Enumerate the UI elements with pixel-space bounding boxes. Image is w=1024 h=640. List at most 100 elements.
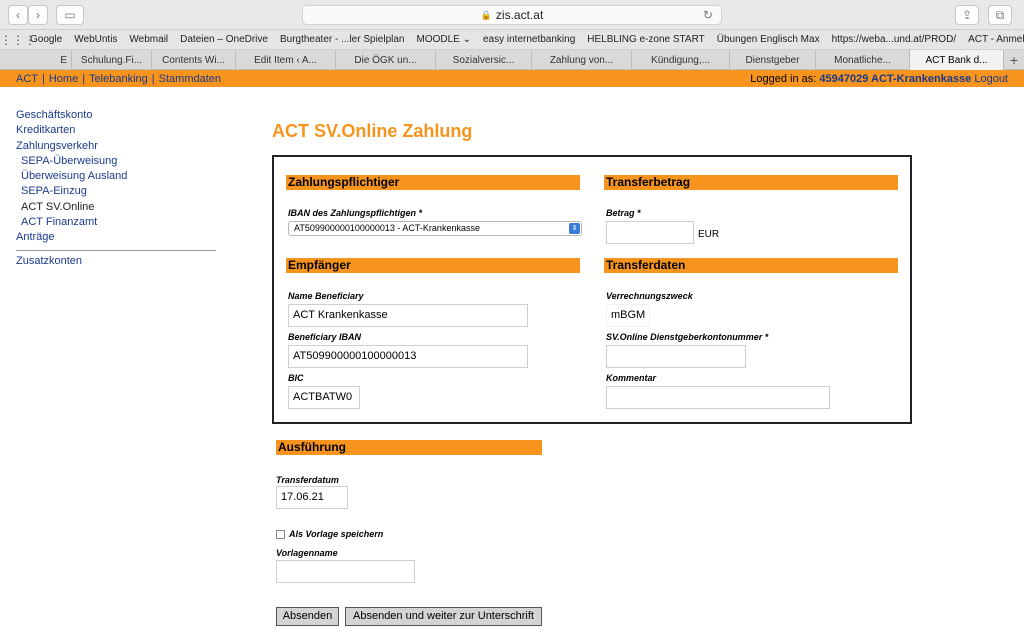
sidebar-item-act-finanzamt[interactable]: ACT Finanzamt (16, 215, 216, 230)
section-heading-transferbetrag: Transferbetrag (604, 175, 898, 190)
lock-icon: 🔒 (480, 9, 492, 20)
nav-separator: | (151, 72, 155, 85)
payment-form-panel: Zahlungspflichtiger IBAN des Zahlungspfl… (272, 155, 912, 424)
url-bar[interactable]: 🔒 zis.act.at ↻ (302, 5, 722, 25)
submit-and-sign-button[interactable]: Absenden und weiter zur Unterschrift (345, 607, 542, 626)
logout-link[interactable]: Logout (974, 73, 1008, 85)
share-button[interactable]: ⇪ (955, 5, 979, 25)
sidebar-divider (16, 249, 216, 251)
sidebar-item-zusatzkonten[interactable]: Zusatzkonten (16, 254, 216, 269)
sidebar-item-ueberweisung-ausland[interactable]: Überweisung Ausland (16, 169, 216, 184)
purpose-label: Verrechnungszweck (606, 291, 693, 301)
browser-tab[interactable]: Edit Item ‹ A... (236, 50, 336, 70)
template-name-input[interactable] (276, 560, 415, 583)
bookmark-item[interactable]: Burgtheater - ...ler Spielplan (280, 34, 405, 45)
sidebar-item-geschaeftskonto[interactable]: Geschäftskonto (16, 108, 216, 123)
logged-in-label: Logged in as: (750, 72, 817, 85)
forward-button[interactable]: › (28, 5, 48, 25)
bookmark-item[interactable]: Webmail (129, 34, 168, 45)
page-title: ACT SV.Online Zahlung (272, 121, 473, 141)
browser-tab[interactable]: Sozialversic... (436, 50, 532, 70)
sidebar-item-zahlungsverkehr[interactable]: Zahlungsverkehr (16, 139, 216, 154)
top-nav-bar: ACT | Home | Telebanking | Stammdaten Logged i… (0, 70, 1024, 87)
tabs-icon: ⧉ (995, 7, 1005, 22)
browser-tab-active[interactable]: ACT Bank d... (910, 50, 1004, 70)
bic-input[interactable]: ACTBATW0 (288, 386, 360, 409)
beneficiary-iban-input[interactable]: AT509900000100000013 (288, 345, 528, 368)
save-as-template-checkbox[interactable] (276, 530, 285, 539)
bookmarks-bar: ⋮⋮⋮ Google WebUntis Webmail Dateien – On… (0, 30, 1024, 50)
amount-label: Betrag * (606, 208, 641, 218)
browser-tab[interactable]: Contents Wi... (152, 50, 236, 70)
beneficiary-name-input[interactable]: ACT Krankenkasse (288, 304, 528, 327)
back-button[interactable]: ‹ (8, 5, 28, 25)
url-text: zis.act.at (495, 8, 544, 22)
nav-link-home[interactable]: Home (49, 73, 78, 85)
sidebar-icon: ▭ (64, 8, 76, 22)
amount-input[interactable] (606, 221, 694, 244)
iban-payer-select[interactable]: AT509900000100000013 - ACT-Krankenkasse … (288, 221, 582, 236)
save-as-template-label: Als Vorlage speichern (289, 529, 384, 539)
comment-label: Kommentar (606, 373, 657, 383)
bookmark-item[interactable]: ACT - Anmelden (968, 34, 1024, 45)
section-heading-zahlungspflichtiger: Zahlungspflichtiger (286, 175, 580, 190)
nav-link-telebanking[interactable]: Telebanking (89, 73, 148, 85)
browser-tab[interactable]: Monatliche... (816, 50, 910, 70)
bookmark-item[interactable]: MOODLE ⌄ (416, 34, 471, 45)
template-name-label: Vorlagenname (276, 548, 338, 558)
login-status: Logged in as: 45947029 ACT-Krankenkasse … (750, 73, 1008, 85)
sidebar-item-antraege[interactable]: Anträge (16, 230, 216, 245)
beneficiary-name-label: Name Beneficiary (288, 291, 364, 301)
bookmark-item[interactable]: WebUntis (74, 34, 117, 45)
bookmark-item[interactable]: HELBLING e-zone START (587, 34, 704, 45)
logged-in-user: 45947029 ACT-Krankenkasse (819, 72, 972, 85)
sidebar-item-act-sv-online[interactable]: ACT SV.Online (16, 200, 216, 215)
sidebar-toggle-button[interactable]: ▭ (56, 5, 84, 25)
currency-label: EUR (698, 229, 720, 240)
sidebar-item-sepa-einzug[interactable]: SEPA-Einzug (16, 184, 216, 199)
bookmark-item[interactable]: Übungen Englisch Max (717, 34, 820, 45)
sidebar-item-sepa-ueberweisung[interactable]: SEPA-Überweisung (16, 154, 216, 169)
chevron-left-icon: ‹ (16, 8, 20, 22)
share-icon: ⇪ (961, 8, 973, 22)
browser-toolbar: ‹ › ▭ 🔒 zis.act.at ↻ ⇪ ⧉ (0, 0, 1024, 30)
bookmark-item[interactable]: Google (30, 34, 62, 45)
browser-tab[interactable]: Dienstgeber (730, 50, 816, 70)
section-heading-ausfuehrung: Ausführung (276, 440, 542, 455)
submit-button[interactable]: Absenden (276, 607, 339, 626)
browser-tab[interactable]: E (0, 50, 72, 70)
plus-icon: + (1009, 51, 1019, 68)
iban-payer-label: IBAN des Zahlungspflichtigen * (288, 208, 423, 218)
employer-account-input[interactable] (606, 345, 746, 368)
browser-tab[interactable]: Kündigung,... (632, 50, 730, 70)
transfer-date-label: Transferdatum (276, 475, 339, 485)
nav-separator: | (42, 72, 45, 85)
bookmark-item[interactable]: Dateien – OneDrive (180, 34, 268, 45)
select-arrows-icon: ⇕ (569, 223, 580, 234)
nav-link-stammdaten[interactable]: Stammdaten (159, 73, 221, 85)
iban-payer-value: AT509900000100000013 - ACT-Krankenkasse (294, 223, 480, 233)
nav-separator: | (82, 72, 86, 85)
browser-tab[interactable]: Die ÖGK un... (336, 50, 436, 70)
browser-tab[interactable]: Schulung.Fi... (72, 50, 152, 70)
new-tab-button[interactable]: + (1004, 50, 1024, 69)
reload-icon[interactable]: ↻ (703, 8, 713, 22)
beneficiary-iban-label: Beneficiary IBAN (288, 332, 362, 342)
comment-input[interactable] (606, 386, 830, 409)
bic-label: BIC (288, 373, 304, 383)
tabs-overview-button[interactable]: ⧉ (988, 5, 1012, 25)
nav-link-act[interactable]: ACT (16, 73, 38, 85)
purpose-value: mBGM (606, 304, 650, 327)
grid-icon[interactable]: ⋮⋮⋮ (0, 33, 36, 47)
employer-account-label: SV.Online Dienstgeberkontonummer * (606, 332, 769, 342)
nav-links: ACT | Home | Telebanking | Stammdaten (16, 73, 221, 85)
transfer-date-input[interactable]: 17.06.21 (276, 486, 348, 509)
section-heading-transferdaten: Transferdaten (604, 258, 898, 273)
bookmark-item[interactable]: https://weba...und.at/PROD/ (832, 34, 957, 45)
tab-bar: E Schulung.Fi... Contents Wi... Edit Ite… (0, 50, 1024, 70)
bookmark-item[interactable]: easy internetbanking (483, 34, 575, 45)
section-heading-empfaenger: Empfänger (286, 258, 580, 273)
browser-tab[interactable]: Zahlung von... (532, 50, 632, 70)
chevron-right-icon: › (36, 8, 40, 22)
sidebar-item-kreditkarten[interactable]: Kreditkarten (16, 123, 216, 138)
